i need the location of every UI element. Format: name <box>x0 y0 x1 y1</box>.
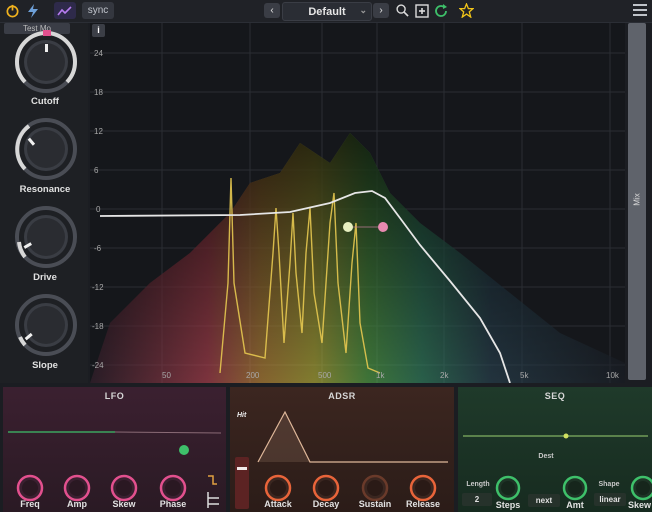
cutoff-knob[interactable] <box>11 29 81 99</box>
resonance-knob-group: Resonance <box>8 116 82 200</box>
db-tick: 0 <box>96 205 101 214</box>
graph-icon[interactable] <box>54 2 76 19</box>
db-tick: -24 <box>92 361 104 370</box>
cutoff-knob-group: Cutoff <box>8 29 82 113</box>
sync-button[interactable]: sync <box>82 2 114 19</box>
lfo-panel: LFO Freq Amp Skew Phase <box>3 387 226 512</box>
db-tick: -12 <box>92 283 104 292</box>
cutoff-label: Cutoff <box>31 96 59 107</box>
sustain-label: Sustain <box>358 499 392 509</box>
attack-knob[interactable] <box>264 474 292 502</box>
power-icon[interactable] <box>3 2 21 19</box>
db-tick: -6 <box>94 244 102 253</box>
filter-knob-column: Test Mo Cutoff Resonance Drive Slope <box>0 23 88 383</box>
seq-title: SEQ <box>544 391 566 401</box>
lfo-freq-label: Freq <box>20 499 40 509</box>
resonance-label: Resonance <box>19 184 71 195</box>
mix-slider[interactable]: Mix <box>628 23 646 380</box>
freq-tick: 500 <box>318 371 332 380</box>
freq-tick: 10k <box>606 371 620 380</box>
lfo-phase-label: Phase <box>159 499 187 509</box>
amt-label: Amt <box>566 500 584 510</box>
shape-label: Shape <box>598 481 620 488</box>
drive-label: Drive <box>33 272 57 283</box>
bolt-icon[interactable] <box>24 2 42 19</box>
drive-knob-group: Drive <box>8 204 82 288</box>
dest-label: Dest <box>538 453 554 460</box>
preset-selector[interactable]: Default ⌄ <box>282 2 372 21</box>
lfo-phase-dot[interactable] <box>179 445 189 455</box>
amt-knob[interactable] <box>562 475 588 501</box>
db-tick: 6 <box>94 166 99 175</box>
skew-knob[interactable] <box>630 475 652 501</box>
slope-label: Slope <box>32 360 58 371</box>
chevron-down-icon: ⌄ <box>359 5 367 15</box>
add-icon[interactable] <box>414 2 430 19</box>
shape-value[interactable]: linear <box>594 493 626 506</box>
adsr-panel: ADSR Hit Attack Decay Sustain Release <box>230 387 454 512</box>
refresh-icon[interactable] <box>433 2 449 19</box>
top-toolbar: sync ‹ Default ⌄ › <box>0 0 652 23</box>
sustain-knob[interactable] <box>361 474 389 502</box>
freq-tick: 2k <box>440 371 449 380</box>
lfo-skew-label: Skew <box>112 499 136 509</box>
lfo-display[interactable] <box>3 417 226 477</box>
prev-preset-button[interactable]: ‹ <box>264 3 280 18</box>
db-tick: 18 <box>94 88 103 97</box>
search-icon[interactable] <box>394 2 410 19</box>
menu-icon[interactable] <box>633 4 647 18</box>
seq-display[interactable] <box>458 417 652 457</box>
decay-label: Decay <box>312 499 340 509</box>
seq-panel: SEQ Length 2 Steps Dest next Amt Shape l… <box>458 387 652 512</box>
attack-label: Attack <box>264 499 292 509</box>
lfo-shape-icon[interactable] <box>207 475 219 508</box>
next-preset-button[interactable]: › <box>373 3 389 18</box>
filter-response-graph[interactable]: 24 18 12 6 0 -6 -12 -18 -24 50 200 500 1… <box>90 23 625 383</box>
lfo-phase-knob[interactable] <box>159 474 187 502</box>
lfo-freq-knob[interactable] <box>16 474 44 502</box>
freq-tick: 50 <box>162 371 171 380</box>
release-knob[interactable] <box>409 474 437 502</box>
lfo-title: LFO <box>104 391 125 401</box>
adsr-title: ADSR <box>328 391 356 401</box>
lfo-skew-knob[interactable] <box>110 474 138 502</box>
steps-knob[interactable] <box>495 475 521 501</box>
resonance-knob[interactable] <box>11 116 81 186</box>
db-tick: -18 <box>92 322 104 331</box>
db-tick: 12 <box>94 127 103 136</box>
resonance-handle[interactable] <box>378 222 388 232</box>
lfo-amp-label: Amp <box>67 499 87 509</box>
slope-knob-group: Slope <box>8 292 82 376</box>
freq-tick: 1k <box>376 371 385 380</box>
star-icon[interactable] <box>458 2 474 19</box>
mix-label: Mix <box>632 193 642 206</box>
slope-knob[interactable] <box>11 292 81 362</box>
freq-tick: 200 <box>246 371 260 380</box>
lfo-amp-knob[interactable] <box>63 474 91 502</box>
freq-tick: 5k <box>520 371 529 380</box>
release-label: Release <box>405 499 441 509</box>
steps-label: Steps <box>495 500 521 510</box>
db-tick: 24 <box>94 49 103 58</box>
cutoff-handle[interactable] <box>343 222 353 232</box>
drive-knob[interactable] <box>11 204 81 274</box>
skew-label: Skew <box>628 500 652 510</box>
decay-knob[interactable] <box>312 474 340 502</box>
info-button[interactable]: i <box>92 24 105 37</box>
preset-name: Default <box>308 5 346 18</box>
spectrum-display: 24 18 12 6 0 -6 -12 -18 -24 50 200 500 1… <box>90 23 625 383</box>
